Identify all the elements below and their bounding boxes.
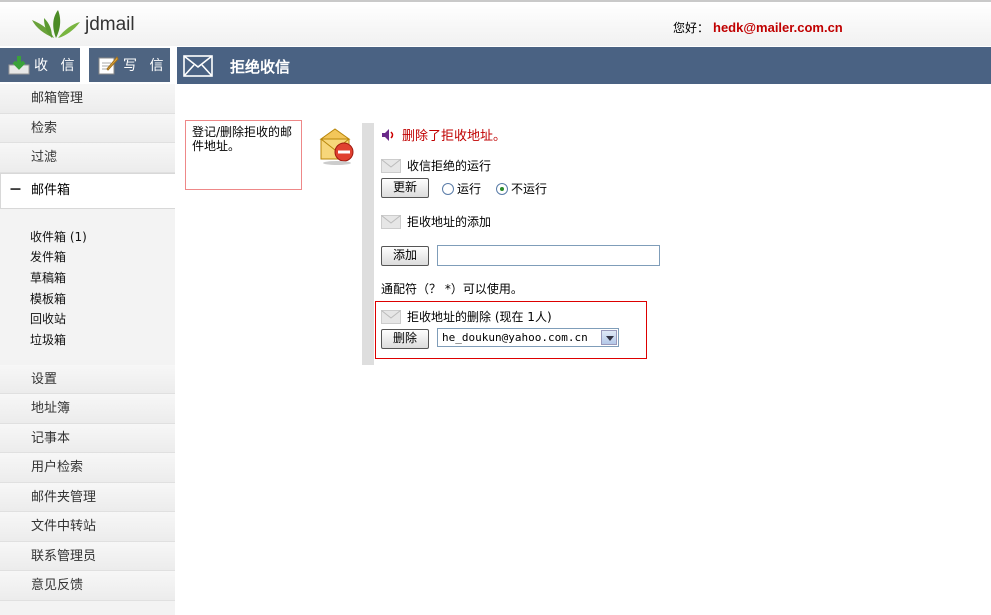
toolbar: 收 信 写 信 xyxy=(0,47,175,84)
inbox-button[interactable]: 收 信 xyxy=(0,48,80,82)
sidebar-item-filter[interactable]: 过滤 xyxy=(0,143,175,173)
chevron-down-icon[interactable] xyxy=(601,330,617,345)
reject-address-input[interactable] xyxy=(437,245,660,266)
mail-icon xyxy=(381,309,401,324)
write-label: 写 信 xyxy=(123,58,168,74)
sidebar-item-file-transfer[interactable]: 文件中转站 xyxy=(0,512,175,542)
sidebar-item-mailbox-manage[interactable]: 邮箱管理 xyxy=(0,84,175,114)
status-message: 删除了拒收地址。 xyxy=(381,125,506,144)
sidebar-item-address-book[interactable]: 地址簿 xyxy=(0,394,175,424)
folder-inbox[interactable]: 收件箱 (1) xyxy=(30,227,175,248)
sidebar-item-mailbox[interactable]: －邮件箱 xyxy=(0,172,175,209)
receive-icon xyxy=(8,56,30,75)
mailbox-label: 邮件箱 xyxy=(31,182,71,198)
blocked-mail-icon xyxy=(319,128,354,165)
greeting-label: 您好： xyxy=(673,21,710,35)
page-header: 拒绝收信 xyxy=(175,47,991,84)
reject-address-select[interactable]: he_doukun@yahoo.com.cn xyxy=(437,328,619,347)
user-greeting: 您好： hedk@mailer.com.cn xyxy=(673,19,843,36)
sidebar: 邮箱管理 检索 过滤 －邮件箱 收件箱 (1) 发件箱 草稿箱 模板箱 回收站 … xyxy=(0,84,175,615)
add-section-title: 拒收地址的添加 xyxy=(381,213,491,230)
app-name: jdmail xyxy=(85,14,135,35)
envelope-icon xyxy=(183,55,213,77)
sidebar-item-feedback[interactable]: 意见反馈 xyxy=(0,571,175,601)
sidebar-item-search[interactable]: 检索 xyxy=(0,113,175,143)
delete-section-label: 拒收地址的删除 (现在 1人) xyxy=(407,310,552,324)
write-button[interactable]: 写 信 xyxy=(89,48,170,82)
radio-run-circle[interactable] xyxy=(442,182,454,195)
delete-button[interactable]: 删除 xyxy=(381,329,429,349)
delete-section-title: 拒收地址的删除 (现在 1人) xyxy=(381,308,552,325)
sidebar-item-folder-manage[interactable]: 邮件夹管理 xyxy=(0,482,175,513)
folder-list: 收件箱 (1) 发件箱 草稿箱 模板箱 回收站 垃圾箱 xyxy=(0,208,175,365)
update-button[interactable]: 更新 xyxy=(381,178,429,198)
radio-not-run-label: 不运行 xyxy=(511,182,548,196)
radio-run-label: 运行 xyxy=(457,182,482,196)
sidebar-item-notepad[interactable]: 记事本 xyxy=(0,423,175,454)
add-section-label: 拒收地址的添加 xyxy=(407,215,492,229)
description-box: 登记/删除拒收的邮件地址。 xyxy=(185,120,302,190)
add-button[interactable]: 添加 xyxy=(381,246,429,266)
radio-not-run[interactable]: 不运行 xyxy=(496,180,547,197)
status-message-text: 删除了拒收地址。 xyxy=(402,129,507,144)
top-bar: jdmail 您好： hedk@mailer.com.cn xyxy=(0,0,991,46)
speaker-icon xyxy=(382,128,394,141)
folder-drafts[interactable]: 草稿箱 xyxy=(30,268,175,289)
mail-icon xyxy=(381,158,401,173)
user-email[interactable]: hedk@mailer.com.cn xyxy=(713,20,843,35)
wildcard-note: 通配符（？ *）可以使用。 xyxy=(381,282,523,296)
folder-trash[interactable]: 回收站 xyxy=(30,309,175,330)
sidebar-item-contact-admin[interactable]: 联系管理员 xyxy=(0,541,175,572)
run-section-label: 收信拒绝的运行 xyxy=(407,159,492,173)
compose-icon xyxy=(98,56,119,75)
sidebar-item-user-search[interactable]: 用户检索 xyxy=(0,453,175,483)
folder-templates[interactable]: 模板箱 xyxy=(30,289,175,310)
inbox-label: 收 信 xyxy=(34,58,79,74)
radio-run[interactable]: 运行 xyxy=(442,180,481,197)
divider-bar xyxy=(362,123,374,365)
page-title: 拒绝收信 xyxy=(230,58,291,76)
mail-icon xyxy=(381,214,401,229)
selected-address: he_doukun@yahoo.com.cn xyxy=(442,331,588,344)
radio-not-run-circle[interactable] xyxy=(496,182,508,195)
folder-spam[interactable]: 垃圾箱 xyxy=(30,330,175,351)
collapse-icon[interactable]: － xyxy=(9,174,31,208)
run-section-title: 收信拒绝的运行 xyxy=(381,157,491,174)
folder-sent[interactable]: 发件箱 xyxy=(30,247,175,268)
sidebar-item-settings[interactable]: 设置 xyxy=(0,364,175,395)
